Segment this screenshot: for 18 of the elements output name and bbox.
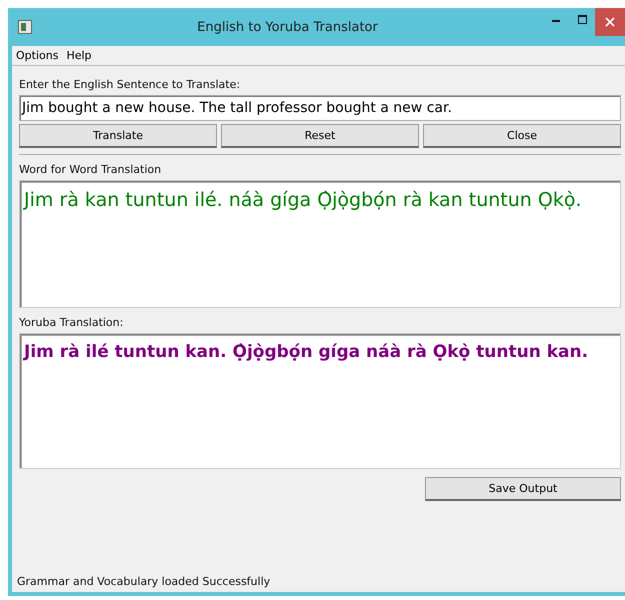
menu-item[interactable]: Options	[16, 49, 58, 62]
menu-item[interactable]: Help	[66, 49, 92, 62]
action-button[interactable]: Translate	[19, 124, 217, 148]
output-text: Jim rà ilé tuntun kan. Ọ̀jọ̀gbọ́n gíga náà rà Ọkọ̀ tuntun kan.	[24, 342, 588, 362]
app-icon	[18, 20, 32, 34]
close-icon	[605, 17, 615, 27]
section-label: Yoruba Translation:	[19, 316, 124, 329]
action-button[interactable]: Reset	[221, 124, 419, 148]
action-button[interactable]: Close	[423, 124, 621, 148]
input-label: Enter the English Sentence to Translate:	[19, 78, 242, 91]
output-text: Jim rà kan tuntun ilé. náà gíga Ọ̀jọ̀gbọ́n rà kan tuntun Ọkọ̀.	[24, 189, 582, 211]
save-button[interactable]: Save Output	[425, 477, 621, 501]
maximize-icon	[578, 14, 586, 24]
status-text: Grammar and Vocabulary loaded Successfully	[16, 575, 272, 590]
window-title: English to Yoruba Translator	[196, 20, 379, 34]
section-label: Word for Word Translation	[19, 163, 162, 176]
input-field[interactable]: Jim bought a new house. The tall professor bought a new car.	[19, 95, 621, 121]
close-button[interactable]	[595, 8, 625, 36]
